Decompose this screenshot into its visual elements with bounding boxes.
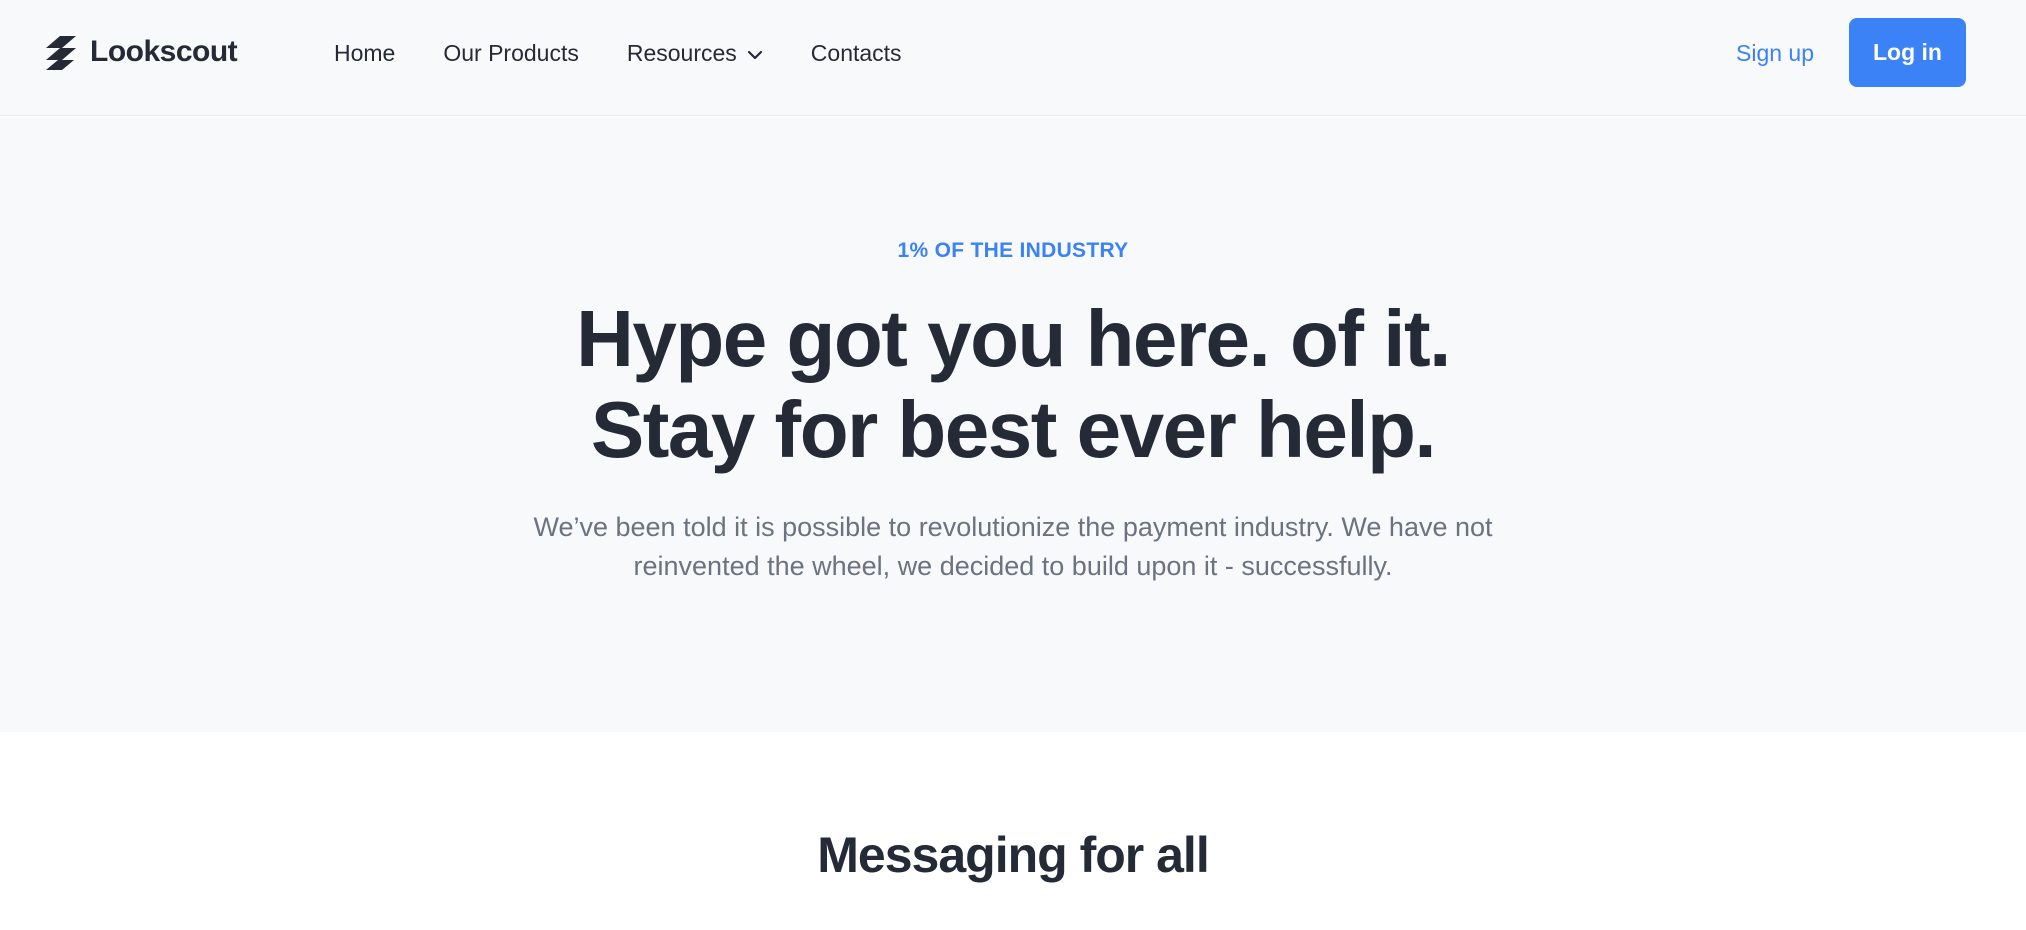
hero-headline-line1: Hype got you here. of it. bbox=[576, 294, 1451, 383]
hero-subtext-line1: We’ve been told it is possible to revolu… bbox=[533, 512, 1493, 542]
sign-up-link[interactable]: Sign up bbox=[1736, 40, 1814, 67]
nav-item-label: Contacts bbox=[810, 40, 902, 66]
hero-subtext: We’ve been told it is possible to revolu… bbox=[513, 508, 1513, 586]
nav-item-resources[interactable]: Resources bbox=[627, 40, 763, 67]
section-title: Messaging for all bbox=[817, 827, 1209, 883]
brand-name: Lookscout bbox=[90, 35, 238, 68]
hero-eyebrow: 1% OF THE INDUSTRY bbox=[897, 239, 1129, 262]
hero-headline: Hype got you here. of it. Stay for best … bbox=[0, 293, 2026, 475]
top-navigation-bar: Lookscout Home Our Products Resources Co… bbox=[0, 0, 2026, 116]
hero-subtext-line2: reinvented the wheel, we decided to buil… bbox=[633, 551, 1393, 581]
brand-logo[interactable]: Lookscout bbox=[44, 34, 238, 70]
log-in-button[interactable]: Log in bbox=[1849, 18, 1966, 87]
hero-headline-line2: Stay for best ever help. bbox=[590, 385, 1437, 474]
hero-section: 1% OF THE INDUSTRY Hype got you here. of… bbox=[0, 117, 2026, 732]
main-nav: Home Our Products Resources Contacts bbox=[334, 40, 950, 67]
nav-item-home[interactable]: Home bbox=[334, 40, 395, 67]
nav-item-contacts[interactable]: Contacts bbox=[811, 40, 902, 67]
chevron-down-icon bbox=[747, 50, 762, 59]
nav-item-label: Resources bbox=[626, 40, 737, 66]
nav-item-label: Our Products bbox=[443, 40, 579, 66]
nav-item-label: Home bbox=[334, 40, 396, 66]
nav-item-our-products[interactable]: Our Products bbox=[443, 40, 579, 67]
stacked-slash-logo-icon bbox=[46, 36, 76, 70]
